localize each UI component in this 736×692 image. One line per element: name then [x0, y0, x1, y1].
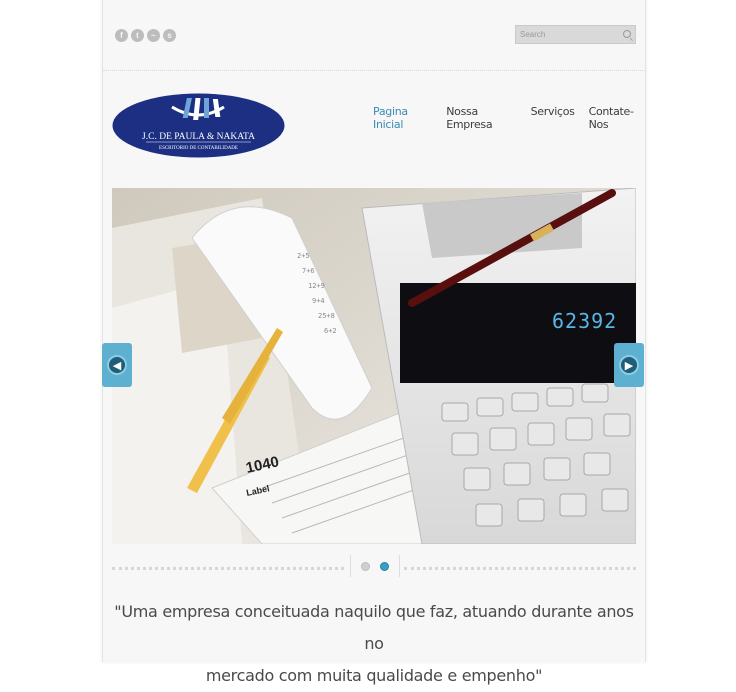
social-links: f t ~ s	[115, 29, 176, 42]
nav-item-servicos[interactable]: Serviços	[531, 105, 575, 131]
quote-line-1: "Uma empresa conceituada naquilo que faz…	[114, 602, 634, 653]
svg-text:25+8: 25+8	[318, 312, 335, 320]
slider-prev-button[interactable]: ◀	[102, 343, 132, 387]
chevron-right-icon: ▶	[619, 355, 639, 375]
svg-text:6+2: 6+2	[324, 327, 337, 335]
chevron-left-icon: ◀	[107, 355, 127, 375]
nav-item-contate-nos[interactable]: Contate-Nos	[589, 105, 645, 131]
calculator-display: 62392	[552, 309, 617, 333]
company-quote: "Uma empresa conceituada naquilo que faz…	[103, 596, 645, 692]
search-placeholder: Search	[520, 30, 546, 39]
search-icon[interactable]	[623, 30, 631, 38]
svg-text:12+9: 12+9	[308, 282, 325, 290]
nav-item-nossa-empresa[interactable]: Nossa Empresa	[446, 105, 516, 131]
slide-bullet-1[interactable]	[361, 561, 370, 571]
skype-icon[interactable]: s	[163, 29, 176, 42]
nav-item-pagina-inicial[interactable]: Pagina Inicial	[373, 105, 432, 131]
quote-line-2: mercado com muita qualidade e empenho"	[205, 666, 543, 685]
rss-icon[interactable]: ~	[147, 29, 160, 42]
main-nav: Pagina Inicial Nossa Empresa Serviços Co…	[373, 105, 645, 131]
twitter-icon[interactable]: t	[131, 29, 144, 42]
facebook-icon[interactable]: f	[115, 29, 128, 42]
slide-bullet-2[interactable]	[380, 561, 389, 571]
logo-subtitle-text: ESCRITORIO DE CONTABILIDADE	[159, 146, 238, 151]
header-divider	[103, 70, 645, 71]
logo-name-text: J.C. DE PAULA & NAKATA	[142, 132, 255, 142]
pager-divider-left	[112, 567, 344, 570]
svg-text:9+4: 9+4	[312, 297, 325, 305]
svg-text:2+5: 2+5	[297, 252, 310, 260]
company-logo[interactable]: J.C. DE PAULA & NAKATA ESCRITORIO DE CON…	[112, 93, 285, 158]
slider-pagination	[350, 555, 400, 577]
pager-divider-right	[404, 567, 636, 570]
search-input[interactable]: Search	[515, 25, 636, 44]
slider-next-button[interactable]: ▶	[614, 343, 644, 387]
svg-text:7+6: 7+6	[302, 267, 315, 275]
page-container: f t ~ s Search J.C. DE PAULA & NAKATA ES…	[102, 0, 646, 685]
hero-slide-image: 2+57+612+9 9+425+86+2 1040 Label 62392	[112, 188, 636, 544]
